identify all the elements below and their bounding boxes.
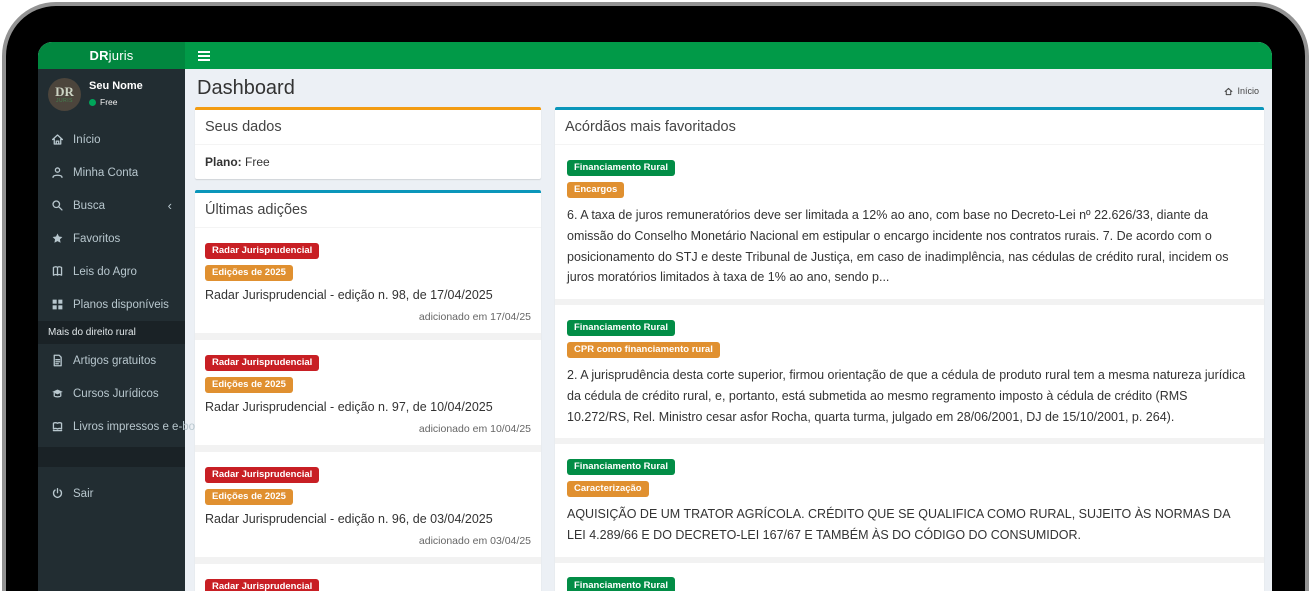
subtag-badge[interactable]: Encargos	[567, 181, 625, 198]
sidebar: DR JURIS Seu Nome Free Início Minha Cont…	[38, 69, 213, 591]
avatar-text: DR	[55, 83, 74, 99]
sidebar-item-busca[interactable]: Busca ‹	[38, 189, 185, 222]
file-text-icon	[53, 354, 62, 367]
avatar-subtext: JURIS	[56, 97, 73, 104]
sidebar-item-sair[interactable]: Sair	[38, 477, 185, 510]
sidebar-item-label: Planos disponíveis	[73, 298, 169, 311]
card-title: Acórdãos mais favoritados	[555, 110, 1264, 145]
hamburger-menu-icon[interactable]	[185, 50, 223, 61]
item-title[interactable]: Radar Jurisprudencial - edição n. 97, de…	[205, 400, 531, 414]
sidebar-item-inicio[interactable]: Início	[38, 123, 185, 156]
list-item[interactable]: Financiamento Rural CPR como financiamen…	[555, 299, 1264, 439]
sidebar-item-cursos-juridicos[interactable]: Cursos Jurídicos	[38, 377, 185, 410]
card-title: Últimas adições	[195, 193, 541, 228]
category-badge[interactable]: Radar Jurisprudencial	[205, 466, 320, 483]
sidebar-section-header: Mais do direito rural	[38, 321, 185, 344]
avatar: DR JURIS	[48, 78, 81, 111]
sidebar-item-favoritos[interactable]: Favoritos	[38, 222, 185, 255]
tag-badge[interactable]: Financiamento Rural	[567, 319, 675, 336]
plan-label: Plano:	[205, 155, 242, 169]
list-item[interactable]: Radar Jurisprudencial Edições de 2025 Ra…	[195, 228, 541, 333]
sidebar-item-minha-conta[interactable]: Minha Conta	[38, 156, 185, 189]
subtag-badge[interactable]: Caracterização	[567, 480, 649, 498]
sidebar-item-livros-ebooks[interactable]: Livros impressos e e-books	[38, 410, 213, 443]
sidebar-item-label: Cursos Jurídicos	[73, 387, 159, 400]
card-title: Seus dados	[195, 110, 541, 145]
sidebar-item-label: Favoritos	[73, 232, 121, 245]
logo-text-light: juris	[108, 48, 134, 63]
breadcrumb-item-inicio: Início	[1237, 86, 1259, 96]
list-item[interactable]: Radar Jurisprudencial Edições de 2025 Ra…	[195, 333, 541, 445]
category-badge[interactable]: Radar Jurisprudencial	[205, 242, 320, 259]
list-item[interactable]: Financiamento Rural Caracterização AQUIS…	[555, 438, 1264, 557]
logo-text-bold: DR	[89, 48, 109, 63]
page: DR juris DR JURIS Seu Nome Free Início M…	[0, 0, 1311, 591]
sidebar-item-leis-do-agro[interactable]: Leis do Agro	[38, 255, 185, 288]
added-date: adicionado em 03/04/25	[418, 535, 531, 547]
navbar-bar	[185, 42, 1272, 69]
chevron-left-icon: ‹	[167, 197, 172, 213]
user-plan-label: Free	[100, 97, 118, 107]
sidebar-item-label: Início	[73, 133, 101, 146]
acordao-text[interactable]: AQUISIÇÃO DE UM TRATOR AGRÍCOLA. CRÉDITO…	[567, 504, 1252, 546]
breadcrumb[interactable]: Início	[1224, 86, 1259, 100]
left-column: Seus dados Plano: Free Últimas adições R…	[195, 107, 541, 591]
tag-badge[interactable]: Financiamento Rural	[567, 159, 675, 176]
sidebar-item-label: Artigos gratuitos	[73, 354, 157, 367]
edition-badge[interactable]: Edições de 2025	[205, 376, 293, 393]
user-icon	[52, 167, 63, 179]
top-navbar: DR juris	[38, 42, 1272, 69]
page-title: Dashboard	[197, 77, 295, 99]
app-logo[interactable]: DR juris	[38, 42, 185, 69]
sidebar-item-label: Busca	[73, 199, 105, 212]
list-item[interactable]: Radar Jurisprudencial Edições de 2025 Ra…	[195, 557, 541, 591]
tag-badge[interactable]: Financiamento Rural	[567, 577, 675, 591]
user-name: Seu Nome	[89, 80, 143, 92]
plan-info: Plano: Free	[195, 145, 541, 179]
tag-badge[interactable]: Financiamento Rural	[567, 458, 675, 476]
edition-badge[interactable]: Edições de 2025	[205, 264, 293, 281]
sidebar-item-planos-disponiveis[interactable]: Planos disponíveis	[38, 288, 185, 321]
list-item[interactable]: Financiamento Rural Encargos 6. A taxa d…	[555, 145, 1264, 299]
search-icon	[52, 200, 63, 211]
added-date: adicionado em 17/04/25	[418, 311, 531, 323]
right-column: Acórdãos mais favoritados Financiamento …	[555, 107, 1264, 591]
category-badge[interactable]: Radar Jurisprudencial	[205, 354, 320, 371]
books-icon	[52, 422, 63, 432]
sidebar-item-label: Minha Conta	[73, 166, 139, 179]
graduation-cap-icon	[52, 389, 63, 398]
online-status-dot	[89, 98, 96, 106]
acordaos-card: Acórdãos mais favoritados Financiamento …	[555, 107, 1264, 591]
category-badge[interactable]: Radar Jurisprudencial	[205, 578, 320, 591]
list-item[interactable]: Financiamento Rural Fonte de Recursos (R…	[555, 556, 1264, 591]
item-title[interactable]: Radar Jurisprudencial - edição n. 96, de…	[205, 512, 531, 526]
acordao-text[interactable]: 2. A jurisprudência desta corte superior…	[567, 365, 1252, 427]
app-window: DR juris DR JURIS Seu Nome Free Início M…	[38, 42, 1272, 591]
edition-badge[interactable]: Edições de 2025	[205, 488, 293, 505]
item-title[interactable]: Radar Jurisprudencial - edição n. 98, de…	[205, 288, 531, 302]
seus-dados-card: Seus dados Plano: Free	[195, 107, 541, 179]
ultimas-adicoes-card: Últimas adições Radar Jurisprudencial Ed…	[195, 190, 541, 591]
subtag-badge[interactable]: CPR como financiamento rural	[567, 341, 720, 358]
acordao-text[interactable]: 6. A taxa de juros remuneratórios deve s…	[567, 205, 1252, 288]
power-icon	[52, 487, 63, 499]
list-item[interactable]: Radar Jurisprudencial Edições de 2025 Ra…	[195, 445, 541, 557]
plan-value: Free	[245, 155, 270, 169]
grid-icon	[52, 299, 63, 310]
user-panel: DR JURIS Seu Nome Free	[38, 69, 185, 123]
star-icon	[52, 233, 63, 243]
added-date: adicionado em 10/04/25	[418, 423, 531, 435]
sidebar-divider	[38, 447, 185, 467]
home-icon	[51, 134, 64, 145]
sidebar-item-label: Sair	[73, 487, 94, 500]
sidebar-item-label: Leis do Agro	[73, 265, 137, 278]
main-content: Dashboard Início Seus dados Plano: Free …	[185, 69, 1272, 591]
home-icon	[1225, 87, 1233, 95]
book-icon	[52, 266, 63, 276]
sidebar-item-artigos-gratuitos[interactable]: Artigos gratuitos	[38, 344, 185, 377]
